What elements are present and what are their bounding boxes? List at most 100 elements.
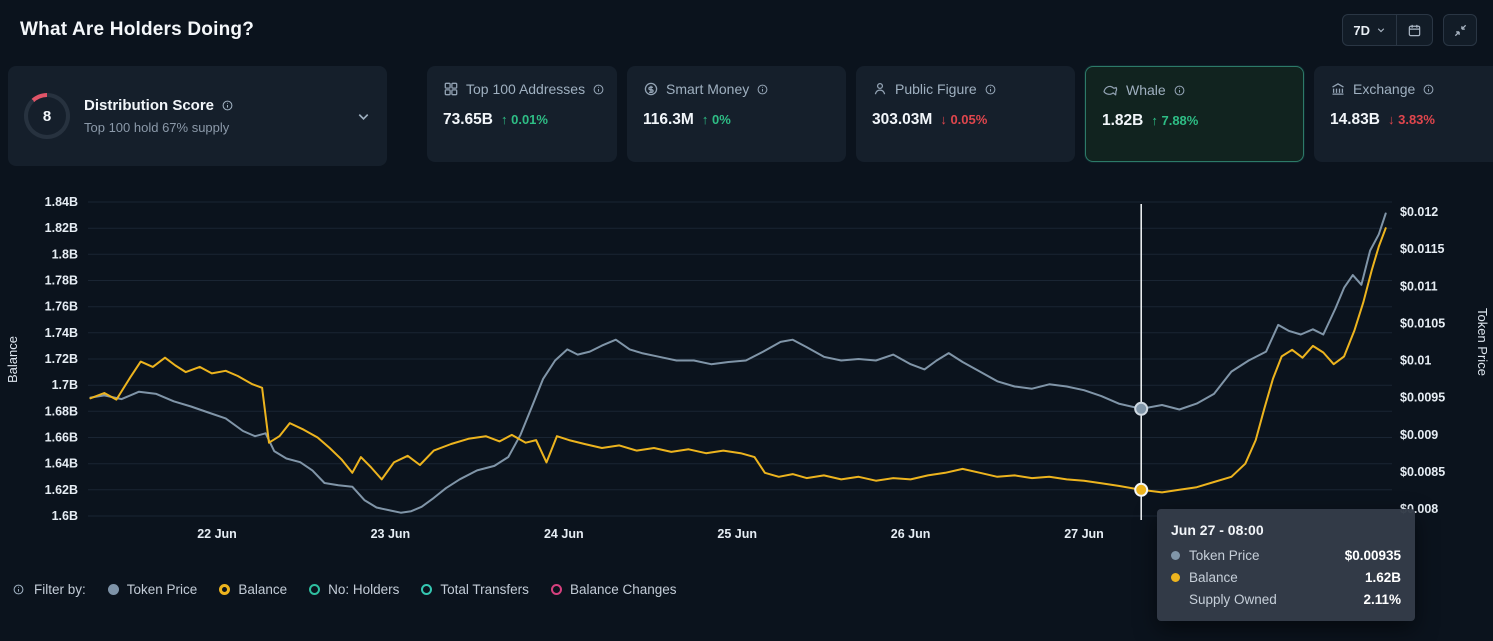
legend-dot: [219, 584, 230, 595]
holders-dashboard: What Are Holders Doing? 7D 8: [0, 0, 1493, 641]
tooltip-title: Jun 27 - 08:00: [1171, 522, 1401, 538]
info-icon: [12, 583, 25, 596]
x-axis-tick: 22 Jun: [197, 527, 237, 541]
filter-toggle-balance[interactable]: Balance: [219, 582, 287, 597]
stat-card-change: ↓ 3.83%: [1388, 112, 1435, 127]
x-axis-tick: 26 Jun: [891, 527, 931, 541]
collapse-button[interactable]: [1443, 14, 1477, 46]
info-icon[interactable]: [756, 83, 769, 96]
stat-card-exchange[interactable]: Exchange 14.83B ↓ 3.83%: [1314, 66, 1493, 162]
crosshair-dot-token-price: [1135, 403, 1147, 415]
distribution-score-value: 8: [24, 93, 70, 139]
info-icon[interactable]: [984, 83, 997, 96]
distribution-score-card[interactable]: 8 Distribution Score Top 100 hold 67% su…: [8, 66, 387, 166]
left-axis-tick: 1.8B: [52, 247, 78, 261]
stat-card-label: Public Figure: [895, 81, 977, 97]
distribution-score-label: Distribution Score: [84, 97, 214, 114]
distribution-score-gauge: 8: [24, 93, 70, 139]
stat-card-label: Top 100 Addresses: [466, 81, 585, 97]
stat-cards: 8 Distribution Score Top 100 hold 67% su…: [8, 66, 1493, 166]
stat-card-change: ↑ 0%: [702, 112, 731, 127]
stat-card-change: ↑ 7.88%: [1151, 113, 1198, 128]
left-axis-tick: 1.78B: [45, 274, 78, 288]
legend-dot: [421, 584, 432, 595]
right-axis-tick: $0.011: [1400, 279, 1438, 293]
chevron-down-icon: [1376, 25, 1386, 35]
stat-card-value: 73.65B: [443, 111, 493, 129]
left-axis-tick: 1.6B: [52, 509, 78, 523]
stat-card-public-figure[interactable]: Public Figure 303.03M ↓ 0.05%: [856, 66, 1075, 162]
header: What Are Holders Doing? 7D: [0, 0, 1493, 60]
right-axis-tick: $0.01: [1400, 354, 1431, 368]
calendar-icon: [1407, 23, 1422, 38]
stat-card-whale[interactable]: Whale 1.82B ↑ 7.88%: [1085, 66, 1304, 162]
right-axis-tick: $0.009: [1400, 428, 1438, 442]
tooltip-row-value: $0.00935: [1345, 548, 1401, 563]
filter-toggle-total-transfers[interactable]: Total Transfers: [421, 582, 529, 597]
holders-chart[interactable]: 1.84B1.82B1.8B1.78B1.76B1.74B1.72B1.7B1.…: [0, 186, 1493, 561]
info-icon[interactable]: [221, 99, 234, 112]
stat-card-label: Exchange: [1353, 81, 1415, 97]
right-axis-tick: $0.0085: [1400, 465, 1445, 479]
right-axis-tick: $0.0115: [1400, 242, 1445, 256]
left-axis-tick: 1.82B: [45, 221, 78, 235]
stat-card-change: ↓ 0.05%: [940, 112, 987, 127]
filter-by-group: Filter by:: [12, 582, 86, 597]
filter-toggle-label: No: Holders: [328, 582, 399, 597]
right-axis-tick: $0.012: [1400, 205, 1438, 219]
tooltip-dot: [1171, 551, 1180, 560]
filter-toggle-token-price[interactable]: Token Price: [108, 582, 198, 597]
tooltip-dot: [1171, 573, 1180, 582]
filter-by-label: Filter by:: [34, 582, 86, 597]
grid-icon: [443, 81, 459, 97]
stat-card-value: 116.3M: [643, 111, 694, 129]
stat-card-value: 14.83B: [1330, 111, 1380, 129]
filter-toggle-no-holders[interactable]: No: Holders: [309, 582, 399, 597]
info-icon[interactable]: [1422, 83, 1435, 96]
right-axis-title: Token Price: [1475, 308, 1490, 376]
calendar-button[interactable]: [1397, 15, 1432, 45]
left-axis-tick: 1.76B: [45, 300, 78, 314]
stat-card-label: Whale: [1126, 82, 1166, 98]
left-axis-tick: 1.84B: [45, 195, 78, 209]
x-axis-tick: 27 Jun: [1064, 527, 1104, 541]
filter-toggle-label: Balance: [238, 582, 287, 597]
person-icon: [872, 81, 888, 97]
tooltip-row-label: Supply Owned: [1189, 592, 1277, 607]
left-axis-tick: 1.66B: [45, 431, 78, 445]
stat-card-value: 303.03M: [872, 111, 932, 129]
stat-card-smart-money[interactable]: Smart Money 116.3M ↑ 0%: [627, 66, 846, 162]
tooltip-row-value: 2.11%: [1363, 592, 1401, 607]
coin-icon: [643, 81, 659, 97]
stat-card-change: ↑ 0.01%: [501, 112, 548, 127]
tooltip-row-value: 1.62B: [1365, 570, 1401, 585]
x-axis-tick: 23 Jun: [371, 527, 411, 541]
stat-card-value: 1.82B: [1102, 112, 1143, 130]
crosshair-dot-balance: [1135, 484, 1147, 496]
distribution-score-text: Distribution Score Top 100 hold 67% supp…: [84, 97, 342, 135]
tooltip-row-token-price: Token Price $0.00935: [1171, 548, 1401, 563]
info-icon[interactable]: [592, 83, 605, 96]
chevron-down-icon[interactable]: [356, 109, 371, 124]
filter-toggle-balance-changes[interactable]: Balance Changes: [551, 582, 677, 597]
whale-icon: [1102, 82, 1119, 98]
page-title: What Are Holders Doing?: [20, 19, 254, 41]
left-axis-title: Balance: [5, 336, 20, 383]
left-axis-tick: 1.74B: [45, 326, 78, 340]
timeframe-control: 7D: [1342, 14, 1433, 46]
stat-card-label: Smart Money: [666, 81, 749, 97]
right-axis-tick: $0.0105: [1400, 316, 1445, 330]
legend-dot: [551, 584, 562, 595]
timeframe-button[interactable]: 7D: [1343, 15, 1396, 45]
info-icon[interactable]: [1173, 84, 1186, 97]
legend-dot: [108, 584, 119, 595]
left-axis-tick: 1.72B: [45, 352, 78, 366]
x-axis-tick: 24 Jun: [544, 527, 584, 541]
tooltip-row-label: Token Price: [1189, 548, 1260, 563]
left-axis-tick: 1.68B: [45, 404, 78, 418]
stat-card-top-100-addresses[interactable]: Top 100 Addresses 73.65B ↑ 0.01%: [427, 66, 617, 162]
left-axis-tick: 1.62B: [45, 483, 78, 497]
left-axis-tick: 1.64B: [45, 457, 78, 471]
filter-bar: Filter by: Token Price Balance No: Holde…: [12, 582, 677, 597]
distribution-score-subtitle: Top 100 hold 67% supply: [84, 120, 342, 135]
